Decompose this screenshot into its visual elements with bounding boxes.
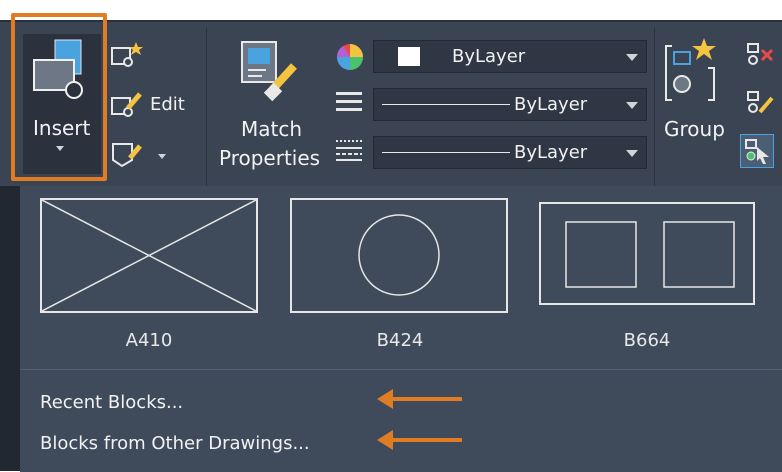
block-name-label: B664 bbox=[623, 330, 671, 351]
block-attribute-icon[interactable] bbox=[110, 140, 144, 170]
block-preview-circle bbox=[358, 214, 440, 296]
chevron-down-icon bbox=[626, 150, 638, 157]
block-name-label: A410 bbox=[125, 330, 173, 351]
annotation-arrow-shaft bbox=[392, 397, 462, 401]
color-wheel-icon bbox=[336, 44, 363, 70]
lineweight-preview bbox=[382, 152, 510, 153]
menu-item-blocks-other-drawings[interactable]: Blocks from Other Drawings... bbox=[40, 433, 310, 454]
group-label: Group bbox=[664, 117, 725, 141]
linetype-dropdown-value: ByLayer bbox=[514, 94, 588, 115]
insert-highlight-box bbox=[11, 13, 107, 181]
block-thumbnail-b424[interactable] bbox=[290, 198, 508, 313]
panel-separator bbox=[654, 28, 655, 188]
group-icon[interactable] bbox=[664, 36, 722, 106]
insert-menu bbox=[20, 369, 782, 472]
match-label-line1: Match bbox=[241, 117, 303, 141]
chevron-down-icon bbox=[626, 54, 638, 61]
lineweight-dropdown[interactable]: ByLayer bbox=[373, 136, 647, 169]
lineweight-dropdown-value: ByLayer bbox=[514, 142, 588, 163]
linetype-icon bbox=[336, 92, 362, 111]
lineweight-icon bbox=[336, 140, 362, 161]
block-preview-x bbox=[41, 199, 257, 312]
block-preview-squares bbox=[565, 221, 735, 288]
create-block-icon[interactable] bbox=[110, 40, 144, 70]
chevron-down-icon bbox=[626, 102, 638, 109]
annotation-arrow-icon bbox=[377, 389, 393, 409]
annotation-arrow-shaft bbox=[392, 438, 462, 442]
color-dropdown[interactable]: ByLayer bbox=[373, 40, 647, 73]
block-thumbnail-b664[interactable] bbox=[539, 202, 755, 305]
block-name-label: B424 bbox=[376, 330, 424, 351]
edit-label[interactable]: Edit bbox=[150, 94, 185, 115]
menu-item-recent-blocks[interactable]: Recent Blocks... bbox=[40, 392, 183, 413]
edit-block-icon[interactable] bbox=[110, 90, 144, 120]
group-selection-icon bbox=[745, 139, 769, 164]
linetype-preview bbox=[382, 104, 510, 105]
block-thumbnail-a410[interactable] bbox=[40, 198, 258, 313]
annotation-arrow-icon bbox=[377, 430, 393, 450]
match-label-line2: Properties bbox=[219, 146, 321, 170]
gallery-left-border bbox=[0, 186, 20, 471]
chevron-down-icon[interactable] bbox=[158, 154, 166, 159]
match-properties-icon[interactable] bbox=[238, 38, 300, 102]
linetype-dropdown[interactable]: ByLayer bbox=[373, 88, 647, 121]
color-swatch bbox=[398, 47, 420, 66]
color-dropdown-value: ByLayer bbox=[452, 46, 526, 67]
panel-separator bbox=[206, 28, 207, 188]
group-edit-icon[interactable] bbox=[744, 88, 774, 118]
group-select-toggle[interactable] bbox=[740, 134, 774, 168]
ungroup-icon[interactable] bbox=[744, 40, 774, 70]
